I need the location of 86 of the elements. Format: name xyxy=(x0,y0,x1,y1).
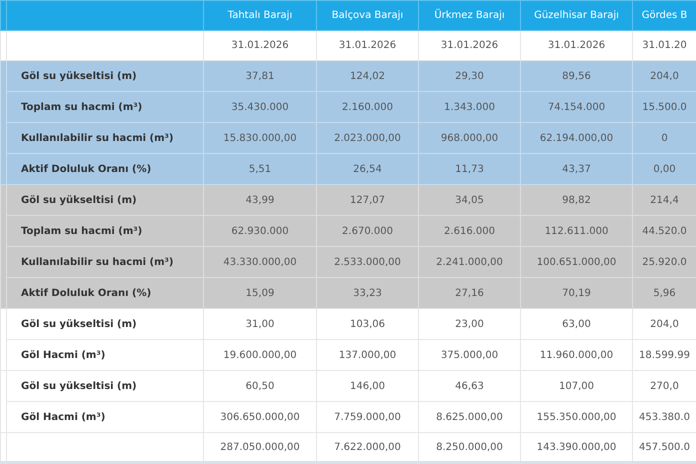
table-cell: 98,82 xyxy=(520,184,632,216)
table-cell: 34,05 xyxy=(418,184,520,216)
table-cell: 2.616.000 xyxy=(418,216,520,246)
table-cell: 62.194.000,00 xyxy=(520,122,632,154)
table-cell: 35.430.000 xyxy=(204,92,316,122)
table-cell: 63,00 xyxy=(520,308,632,340)
table-cell: 306.650.000,00 xyxy=(204,402,316,432)
table-cell: 33,23 xyxy=(316,278,418,308)
row-label: Kullanılabilir su hacmi (m³) xyxy=(6,122,204,154)
total-cell: 8.250.000,00 xyxy=(418,432,520,462)
table-cell: 25.920.0 xyxy=(632,246,696,278)
total-cell: 287.050.000,00 xyxy=(204,432,316,462)
table-cell: 137.000,00 xyxy=(316,340,418,370)
row-label: Göl su yükseltisi (m) xyxy=(6,60,204,92)
table-cell: 107,00 xyxy=(520,370,632,402)
table-cell: 19.600.000,00 xyxy=(204,340,316,370)
table-cell: 103,06 xyxy=(316,308,418,340)
row-label: Göl Hacmi (m³) xyxy=(6,402,204,432)
row-label: Toplam su hacmi (m³) xyxy=(6,92,204,122)
date-cell: 31.01.2026 xyxy=(418,30,520,60)
table-cell: 124,02 xyxy=(316,60,418,92)
table-cell: 214,4 xyxy=(632,184,696,216)
table-cell: 0 xyxy=(632,122,696,154)
date-cell: 31.01.20 xyxy=(632,30,696,60)
column-header: Gördes B xyxy=(632,0,696,30)
table-cell: 1.343.000 xyxy=(418,92,520,122)
row-label: Aktif Doluluk Oranı (%) xyxy=(6,278,204,308)
row-label: Göl su yükseltisi (m) xyxy=(6,184,204,216)
table-cell: 43.330.000,00 xyxy=(204,246,316,278)
table-cell: 27,16 xyxy=(418,278,520,308)
table-cell: 15.500.0 xyxy=(632,92,696,122)
table-cell: 453.380.0 xyxy=(632,402,696,432)
table-cell: 62.930.000 xyxy=(204,216,316,246)
column-header: Balçova Barajı xyxy=(316,0,418,30)
date-cell: 31.01.2026 xyxy=(520,30,632,60)
row-label: Göl su yükseltisi (m) xyxy=(6,370,204,402)
column-header: Güzelhisar Barajı xyxy=(520,0,632,30)
row-label: Aktif Doluluk Oranı (%) xyxy=(6,154,204,184)
table-cell: 37,81 xyxy=(204,60,316,92)
table-cell: 18.599.99 xyxy=(632,340,696,370)
table-cell: 2.160.000 xyxy=(316,92,418,122)
date-cell: 31.01.2026 xyxy=(316,30,418,60)
row-label: Göl su yükseltisi (m) xyxy=(6,308,204,340)
table-cell: 43,37 xyxy=(520,154,632,184)
table-cell: 7.759.000,00 xyxy=(316,402,418,432)
table-cell: 5,96 xyxy=(632,278,696,308)
table-cell: 31,00 xyxy=(204,308,316,340)
table-cell: 968.000,00 xyxy=(418,122,520,154)
table-cell: 112.611.000 xyxy=(520,216,632,246)
total-cell: 143.390.000,00 xyxy=(520,432,632,462)
row-label: Toplam su hacmi (m³) xyxy=(6,216,204,246)
table-cell: 100.651.000,00 xyxy=(520,246,632,278)
table-cell: 5,51 xyxy=(204,154,316,184)
table-cell: 146,00 xyxy=(316,370,418,402)
table-cell: 46,63 xyxy=(418,370,520,402)
table-cell: 2.241.000,00 xyxy=(418,246,520,278)
table-cell: 44.520.0 xyxy=(632,216,696,246)
table-cell: 2.533.000,00 xyxy=(316,246,418,278)
table-cell: 89,56 xyxy=(520,60,632,92)
table-cell: 15.830.000,00 xyxy=(204,122,316,154)
table-cell: 127,07 xyxy=(316,184,418,216)
table-cell: 43,99 xyxy=(204,184,316,216)
row-label: Kullanılabilir su hacmi (m³) xyxy=(6,246,204,278)
table-cell: 204,0 xyxy=(632,60,696,92)
table-cell: 23,00 xyxy=(418,308,520,340)
table-cell: 74.154.000 xyxy=(520,92,632,122)
table-cell: 26,54 xyxy=(316,154,418,184)
total-cell: 7.622.000,00 xyxy=(316,432,418,462)
table-cell: 11,73 xyxy=(418,154,520,184)
table-cell: 0,00 xyxy=(632,154,696,184)
table-cell: 155.350.000,00 xyxy=(520,402,632,432)
table-cell: 204,0 xyxy=(632,308,696,340)
table-cell: 15,09 xyxy=(204,278,316,308)
table-cell: 29,30 xyxy=(418,60,520,92)
column-header: Tahtalı Barajı xyxy=(204,0,316,30)
table-cell: 60,50 xyxy=(204,370,316,402)
table-cell: 8.625.000,00 xyxy=(418,402,520,432)
table-cell: 70,19 xyxy=(520,278,632,308)
table-cell: 270,0 xyxy=(632,370,696,402)
table-cell: 375.000,00 xyxy=(418,340,520,370)
row-label: Göl Hacmi (m³) xyxy=(6,340,204,370)
table-cell: 11.960.000,00 xyxy=(520,340,632,370)
table-cell: 2.023.000,00 xyxy=(316,122,418,154)
column-header: Ürkmez Barajı xyxy=(418,0,520,30)
date-cell: 31.01.2026 xyxy=(204,30,316,60)
table-cell: 2.670.000 xyxy=(316,216,418,246)
